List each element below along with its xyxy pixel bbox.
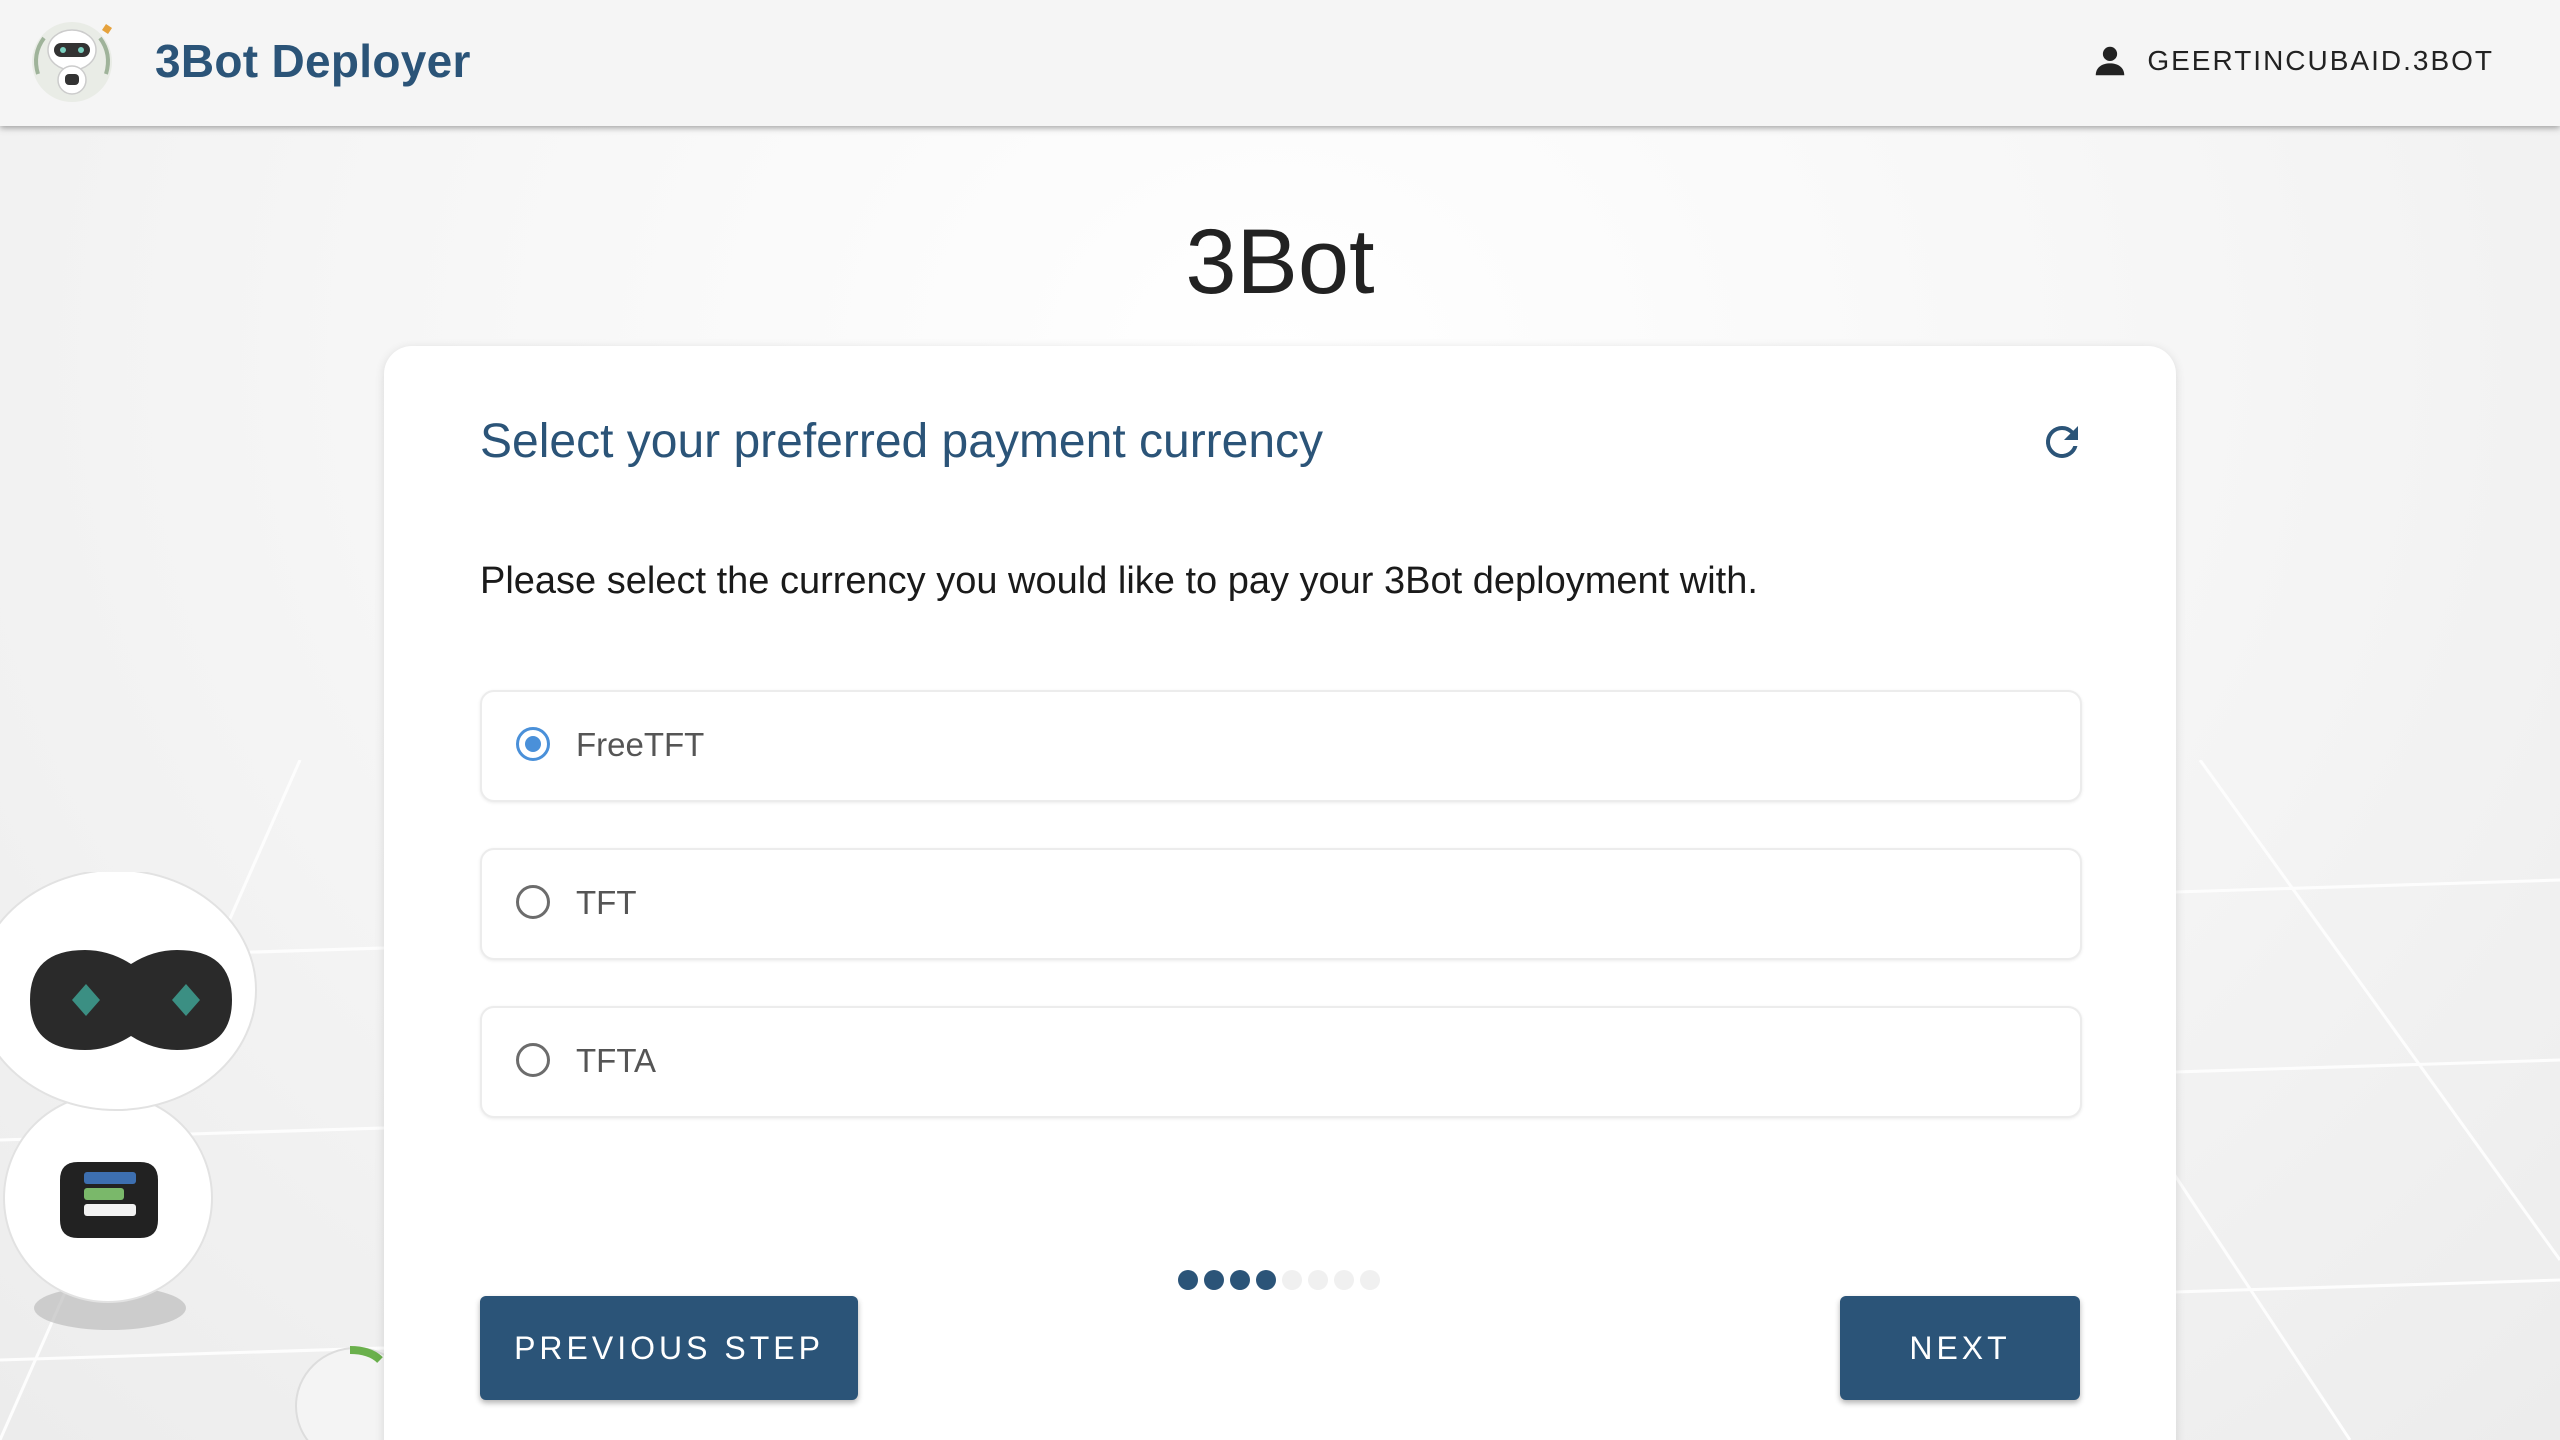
robot-illustration-small — [295, 1346, 386, 1440]
step-dot-4 — [1256, 1270, 1276, 1290]
step-dot-6 — [1308, 1270, 1328, 1290]
currency-option-tft[interactable]: TFT — [480, 848, 2082, 960]
robot-illustration — [0, 872, 257, 1330]
app-header: 3Bot Deployer GEERTINCUBAID.3BOT — [0, 0, 2560, 126]
app-brand[interactable]: 3Bot Deployer — [155, 34, 471, 88]
currency-option-label: FreeTFT — [576, 726, 705, 763]
refresh-icon[interactable] — [2038, 418, 2086, 466]
card-title: Select your preferred payment currency — [480, 415, 1324, 468]
currency-option-label: TFT — [576, 884, 637, 921]
next-button[interactable]: NEXT — [1840, 1296, 2080, 1400]
step-dot-7 — [1334, 1270, 1354, 1290]
instruction-text: Please select the currency you would lik… — [480, 560, 1758, 602]
radio-unselected-icon[interactable] — [516, 885, 550, 919]
radio-unselected-icon[interactable] — [516, 1043, 550, 1077]
step-dot-8 — [1360, 1270, 1380, 1290]
page-title: 3Bot — [1185, 210, 1375, 313]
username: GEERTINCUBAID.3BOT — [2147, 45, 2494, 76]
step-dot-3 — [1230, 1270, 1250, 1290]
app-page: 3Bot Deployer GEERTINCUBAID.3BOT 3Bot Se… — [0, 0, 2560, 1440]
currency-option-tfta[interactable]: TFTA — [480, 1006, 2082, 1118]
previous-step-button[interactable]: PREVIOUS STEP — [480, 1296, 858, 1400]
step-dot-5 — [1282, 1270, 1302, 1290]
user-menu[interactable]: GEERTINCUBAID.3BOT — [2091, 42, 2494, 80]
currency-option-freetft[interactable]: FreeTFT — [480, 690, 2082, 802]
step-indicator — [1178, 1270, 1380, 1290]
account-icon — [2096, 46, 2125, 76]
step-dot-1 — [1178, 1270, 1198, 1290]
payment-currency-card: Select your preferred payment currency P… — [384, 346, 2176, 1440]
radio-selected-icon[interactable] — [516, 727, 550, 761]
step-dot-2 — [1204, 1270, 1224, 1290]
currency-option-label: TFTA — [576, 1042, 657, 1079]
robot-logo-icon[interactable] — [26, 14, 118, 106]
